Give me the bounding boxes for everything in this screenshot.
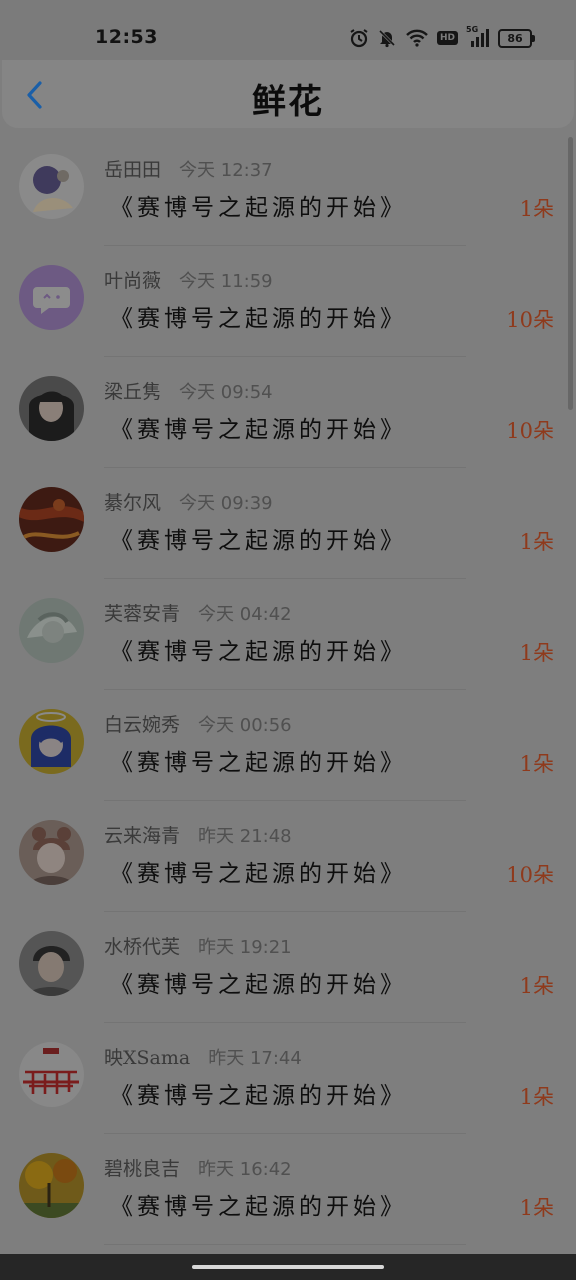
list-item[interactable]: 芙蓉安青 今天 04:42 《赛博号之起源的开始》 1朵 [0,579,576,690]
send-time: 今天 00:56 [198,715,292,736]
sender-meta: 岳田田 今天 12:37 [104,155,273,182]
sender-meta: 碧桃良吉 昨天 16:42 [104,1154,292,1181]
status-time: 12:53 [95,26,158,48]
divider [104,1244,466,1245]
sender-meta: 映XSama 昨天 17:44 [104,1043,302,1070]
header: 鲜花 [2,60,574,128]
work-title: 《赛博号之起源的开始》 [110,861,407,887]
list-item[interactable]: 綦尔风 今天 09:39 《赛博号之起源的开始》 1朵 [0,468,576,579]
list-item[interactable]: 岳田田 今天 12:37 《赛博号之起源的开始》 1朵 [0,135,576,246]
work-title: 《赛博号之起源的开始》 [110,306,407,332]
navigation-bar [0,1254,576,1280]
flower-count: 1朵 [519,530,554,554]
list-item[interactable]: 白云婉秀 今天 00:56 《赛博号之起源的开始》 1朵 [0,690,576,801]
sender-name: 岳田田 [104,159,162,181]
home-indicator[interactable] [192,1265,384,1269]
hd-icon: HD [436,31,458,45]
flower-count: 10朵 [506,863,554,887]
page-title: 鲜花 [252,82,324,122]
sender-name: 白云婉秀 [104,714,181,736]
flower-count: 10朵 [506,419,554,443]
status-bar: 12:53 HD 5G 86 [0,0,576,60]
work-title: 《赛博号之起源的开始》 [110,639,407,665]
sender-name: 梁丘隽 [104,381,162,403]
sender-meta: 綦尔风 今天 09:39 [104,488,273,515]
avatar[interactable] [19,709,84,774]
list-item[interactable]: 叶尚薇 今天 11:59 《赛博号之起源的开始》 10朵 [0,246,576,357]
list-item[interactable]: 云来海青 昨天 21:48 《赛博号之起源的开始》 10朵 [0,801,576,912]
wifi-icon [405,28,429,48]
avatar[interactable] [19,265,84,330]
status-icons: HD 5G 86 [349,25,535,50]
sender-name: 映XSama [104,1047,191,1069]
list-item[interactable]: 水桥代芙 昨天 19:21 《赛博号之起源的开始》 1朵 [0,912,576,1023]
avatar[interactable] [19,1153,84,1218]
send-time: 昨天 21:48 [198,826,292,847]
send-time: 今天 09:54 [179,382,273,403]
flower-count: 1朵 [519,641,554,665]
work-title: 《赛博号之起源的开始》 [110,972,407,998]
work-title: 《赛博号之起源的开始》 [110,528,407,554]
bell-mute-icon [377,28,397,48]
sender-meta: 芙蓉安青 今天 04:42 [104,599,292,626]
send-time: 今天 09:39 [179,493,273,514]
flower-list: 岳田田 今天 12:37 《赛博号之起源的开始》 1朵 叶尚薇 今天 11:59 《… [0,135,576,1245]
sender-name: 芙蓉安青 [104,603,181,625]
list-item[interactable]: 映XSama 昨天 17:44 《赛博号之起源的开始》 1朵 [0,1023,576,1134]
avatar[interactable] [19,820,84,885]
flower-count: 1朵 [519,974,554,998]
sender-meta: 梁丘隽 今天 09:54 [104,377,273,404]
send-time: 昨天 19:21 [198,937,292,958]
flower-count: 10朵 [506,308,554,332]
send-time: 今天 04:42 [198,604,292,625]
work-title: 《赛博号之起源的开始》 [110,195,407,221]
sender-name: 云来海青 [104,825,181,847]
work-title: 《赛博号之起源的开始》 [110,1083,407,1109]
work-title: 《赛博号之起源的开始》 [110,1194,407,1220]
send-time: 今天 11:59 [179,271,273,292]
sender-name: 綦尔风 [104,492,162,514]
sender-meta: 水桥代芙 昨天 19:21 [104,932,292,959]
sender-name: 水桥代芙 [104,936,181,958]
flower-count: 1朵 [519,1085,554,1109]
work-title: 《赛博号之起源的开始》 [110,750,407,776]
work-title: 《赛博号之起源的开始》 [110,417,407,443]
avatar[interactable] [19,931,84,996]
signal-icon: 5G [466,25,490,49]
flower-count: 1朵 [519,197,554,221]
sender-meta: 云来海青 昨天 21:48 [104,821,292,848]
flower-count: 1朵 [519,752,554,776]
list-item[interactable]: 梁丘隽 今天 09:54 《赛博号之起源的开始》 10朵 [0,357,576,468]
send-time: 昨天 16:42 [198,1159,292,1180]
sender-meta: 白云婉秀 今天 00:56 [104,710,292,737]
avatar[interactable] [19,154,84,219]
sender-meta: 叶尚薇 今天 11:59 [104,266,273,293]
send-time: 今天 12:37 [179,160,273,181]
scrollbar[interactable] [568,137,573,410]
avatar[interactable] [19,1042,84,1107]
avatar[interactable] [19,598,84,663]
send-time: 昨天 17:44 [208,1048,302,1069]
sender-name: 叶尚薇 [104,270,162,292]
avatar[interactable] [19,376,84,441]
sender-name: 碧桃良吉 [104,1158,181,1180]
battery-icon: 86 [498,28,535,48]
alarm-icon [349,28,369,48]
network-type: 5G [466,25,479,34]
avatar[interactable] [19,487,84,552]
list-item[interactable]: 碧桃良吉 昨天 16:42 《赛博号之起源的开始》 1朵 [0,1134,576,1245]
flower-count: 1朵 [519,1196,554,1220]
